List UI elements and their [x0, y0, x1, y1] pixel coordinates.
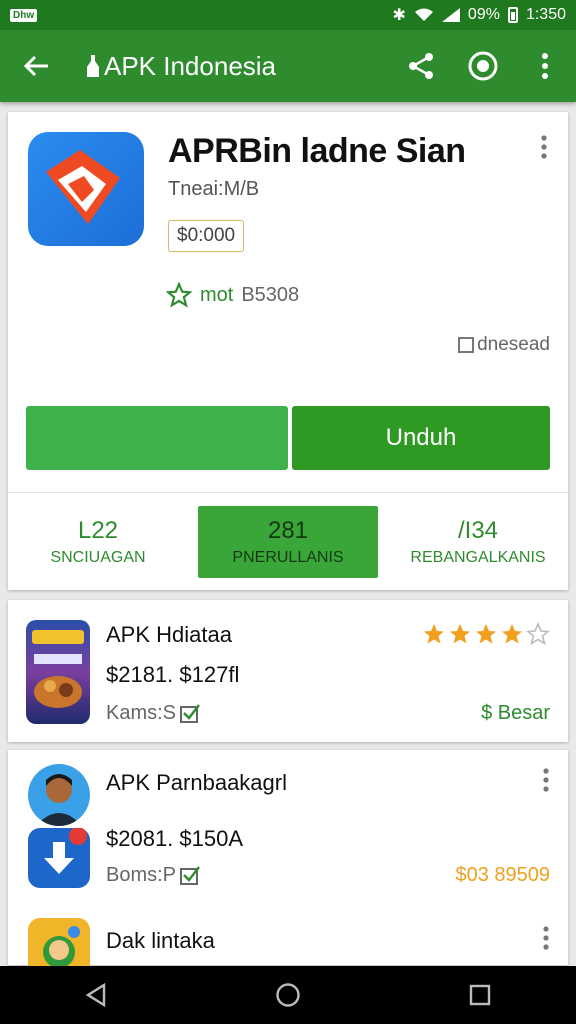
rating-row: mot B5308: [166, 282, 299, 308]
status-bar: Dhw ✱ 09% 1:350: [0, 0, 576, 30]
bottle-icon: [87, 55, 99, 77]
action-button-row: Unduh: [26, 406, 550, 470]
item-more-button[interactable]: [538, 924, 554, 952]
download-arrow-icon: [44, 827, 87, 874]
app-detail-card: APRBin ladne Sian Tneai:M/B $0:000 mot B…: [8, 112, 568, 590]
app-bar-actions: [390, 30, 576, 102]
install-button[interactable]: Unduh: [292, 406, 550, 470]
star-outline-icon: [526, 622, 550, 646]
nav-home-button[interactable]: [258, 966, 318, 1024]
status-time: 1:350: [525, 6, 566, 23]
star-rating: [422, 622, 550, 646]
battery-percent: 09%: [467, 6, 500, 23]
app-thumbnail: [26, 620, 90, 724]
item-more-button[interactable]: [538, 766, 554, 794]
share-button[interactable]: [390, 30, 452, 102]
star-filled-icon: [476, 624, 496, 644]
star-filled-icon: [424, 624, 444, 644]
rating-count: B5308: [241, 283, 300, 306]
item-title: APK Hdiataa: [106, 622, 232, 647]
checkbox-check-icon: [180, 703, 200, 723]
nav-recents-button[interactable]: [450, 966, 510, 1024]
nav-home-icon: [276, 983, 300, 1007]
download-thumbnail: [28, 827, 90, 888]
status-right-group: ✱ 09% 1:350: [393, 5, 566, 25]
price-chip: $0:000: [168, 220, 245, 252]
battery-icon: [507, 7, 518, 23]
stat-item-2[interactable]: /I34 REBANGALKANIS: [388, 506, 568, 578]
item-meta-text: Kams:S: [106, 702, 177, 724]
cartoon-thumbnail-icon: [43, 926, 80, 966]
app-title: APRBin ladne Sian: [168, 132, 466, 170]
stat-label: REBANGALKANIS: [410, 549, 546, 566]
app-logo-icon: [46, 150, 120, 224]
more-vert-icon: [541, 135, 547, 159]
nav-back-button[interactable]: [66, 966, 126, 1024]
checkbox-icon: [458, 337, 475, 353]
item-title: Dak lintaka: [106, 928, 215, 953]
star-filled-icon: [450, 624, 470, 644]
status-notification-chip: Dhw: [10, 8, 38, 22]
item-title: APK Parnbaakagrl: [106, 770, 287, 795]
stats-row: L22 SNCIUAGAN 281 PNERULLANIS /I34 REBAN…: [8, 506, 568, 578]
item-meta: Boms:P: [106, 864, 200, 887]
signal-icon: [441, 8, 460, 22]
stat-item-0[interactable]: L22 SNCIUAGAN: [8, 506, 188, 578]
back-button[interactable]: [0, 30, 72, 102]
stat-value: /I34: [457, 517, 499, 544]
person-avatar-icon: [36, 774, 82, 826]
stat-label: SNCIUAGAN: [50, 549, 146, 566]
stat-label: PNERULLANIS: [232, 549, 344, 566]
installed-label: dnesead: [477, 334, 550, 355]
nav-recents-icon: [469, 984, 491, 1006]
installed-indicator: dnesead: [458, 334, 550, 356]
stat-item-1[interactable]: 281 PNERULLANIS: [198, 506, 378, 578]
app-bar-title: APK Indonesia: [86, 51, 276, 82]
app-icon: [28, 132, 144, 246]
checkbox-check-icon: [180, 865, 200, 885]
secondary-action-button[interactable]: [26, 406, 288, 470]
item-size-tag: $03 89509: [455, 864, 550, 886]
list-item[interactable]: APK Parnbaakagrl $2081. $150A Boms:P $03…: [8, 750, 568, 966]
developer-name[interactable]: Tneai:M/B: [168, 178, 259, 201]
more-vert-icon: [542, 53, 548, 79]
stat-value: 281: [267, 517, 309, 544]
target-button[interactable]: [452, 30, 514, 102]
item-meta: Kams:S: [106, 702, 200, 725]
stat-value: L22: [77, 517, 119, 544]
item-meta-text: Boms:P: [106, 864, 177, 886]
item-price: $2081. $150A: [106, 826, 244, 851]
nav-back-icon: [85, 983, 106, 1007]
app-bar: APK Indonesia: [0, 30, 576, 102]
wifi-icon: [414, 8, 433, 21]
more-options-button[interactable]: [514, 30, 576, 102]
app-thumbnail: [28, 918, 90, 966]
system-nav-bar: [0, 966, 576, 1024]
rating-label: mot: [200, 283, 234, 306]
target-icon: [468, 51, 498, 81]
app-more-button[interactable]: [532, 132, 556, 162]
item-size-tag: $ Besar: [481, 702, 550, 724]
item-price: $2181. $127fl: [106, 662, 240, 687]
star-outline-icon: [166, 282, 192, 308]
star-filled-icon: [502, 624, 522, 644]
back-arrow-icon: [23, 55, 48, 77]
game-thumbnail-icon: [32, 630, 84, 708]
divider: [8, 492, 568, 493]
bluetooth-icon: ✱: [392, 7, 406, 24]
more-vert-icon: [543, 768, 549, 792]
list-item[interactable]: APK Hdiataa $2181. $127fl Kams:S $ Besar: [8, 600, 568, 742]
share-icon: [409, 53, 433, 79]
app-bar-title-text: APK Indonesia: [104, 50, 277, 81]
developer-avatar: [28, 764, 90, 826]
more-vert-icon: [543, 926, 549, 950]
